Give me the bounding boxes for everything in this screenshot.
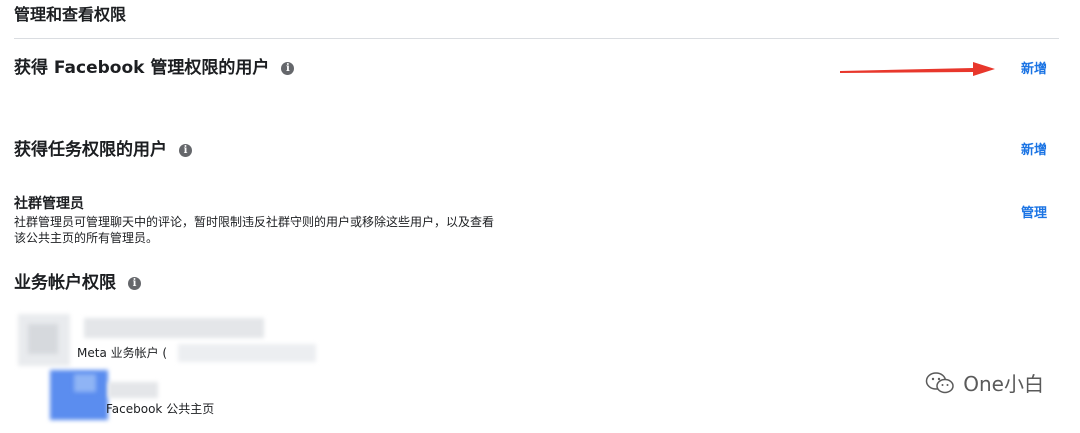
blurred-avatar-inner bbox=[28, 324, 58, 354]
add-facebook-admin-button[interactable]: 新增 bbox=[1021, 61, 1047, 79]
community-manager-description: 社群管理员可管理聊天中的评论，暂时限制违反社群守则的用户或移除这些用户，以及查看… bbox=[14, 214, 559, 246]
blurred-id bbox=[178, 344, 316, 362]
task-users-title: 获得任务权限的用户 bbox=[14, 140, 167, 160]
add-task-user-button[interactable]: 新增 bbox=[1021, 142, 1047, 160]
facebook-admins-title: 获得 Facebook 管理权限的用户 bbox=[14, 58, 270, 78]
blurred-page-avatar-highlight bbox=[74, 374, 96, 392]
facebook-admins-heading: 获得 Facebook 管理权限的用户 i bbox=[14, 56, 295, 80]
community-manager-desc-line2: 该公共主页的所有管理员。 bbox=[14, 231, 159, 245]
info-icon[interactable]: i bbox=[281, 61, 295, 75]
blurred-page-name bbox=[108, 382, 158, 398]
task-users-heading: 获得任务权限的用户 i bbox=[14, 138, 192, 162]
info-icon[interactable]: i bbox=[128, 276, 141, 290]
header-divider bbox=[14, 38, 1059, 39]
watermark: One小白 bbox=[925, 368, 1044, 397]
annotation-arrow bbox=[840, 62, 995, 76]
wechat-icon bbox=[926, 371, 955, 393]
page-title: 管理和查看权限 bbox=[14, 5, 127, 24]
business-account-label: Meta 业务帐户 ( bbox=[77, 346, 168, 360]
info-icon[interactable]: i bbox=[179, 143, 192, 157]
business-access-title: 业务帐户权限 bbox=[14, 273, 116, 293]
blurred-name bbox=[84, 318, 264, 338]
community-manager-title: 社群管理员 bbox=[14, 196, 84, 212]
watermark-text: One小白 bbox=[963, 372, 1044, 396]
community-manager-desc-line1: 社群管理员可管理聊天中的评论，暂时限制违反社群守则的用户或移除这些用户，以及查看 bbox=[14, 215, 495, 229]
business-access-heading: 业务帐户权限 i bbox=[14, 271, 141, 295]
facebook-page-label: Facebook 公共主页 bbox=[106, 402, 215, 416]
manage-community-managers-button[interactable]: 管理 bbox=[1021, 205, 1047, 223]
